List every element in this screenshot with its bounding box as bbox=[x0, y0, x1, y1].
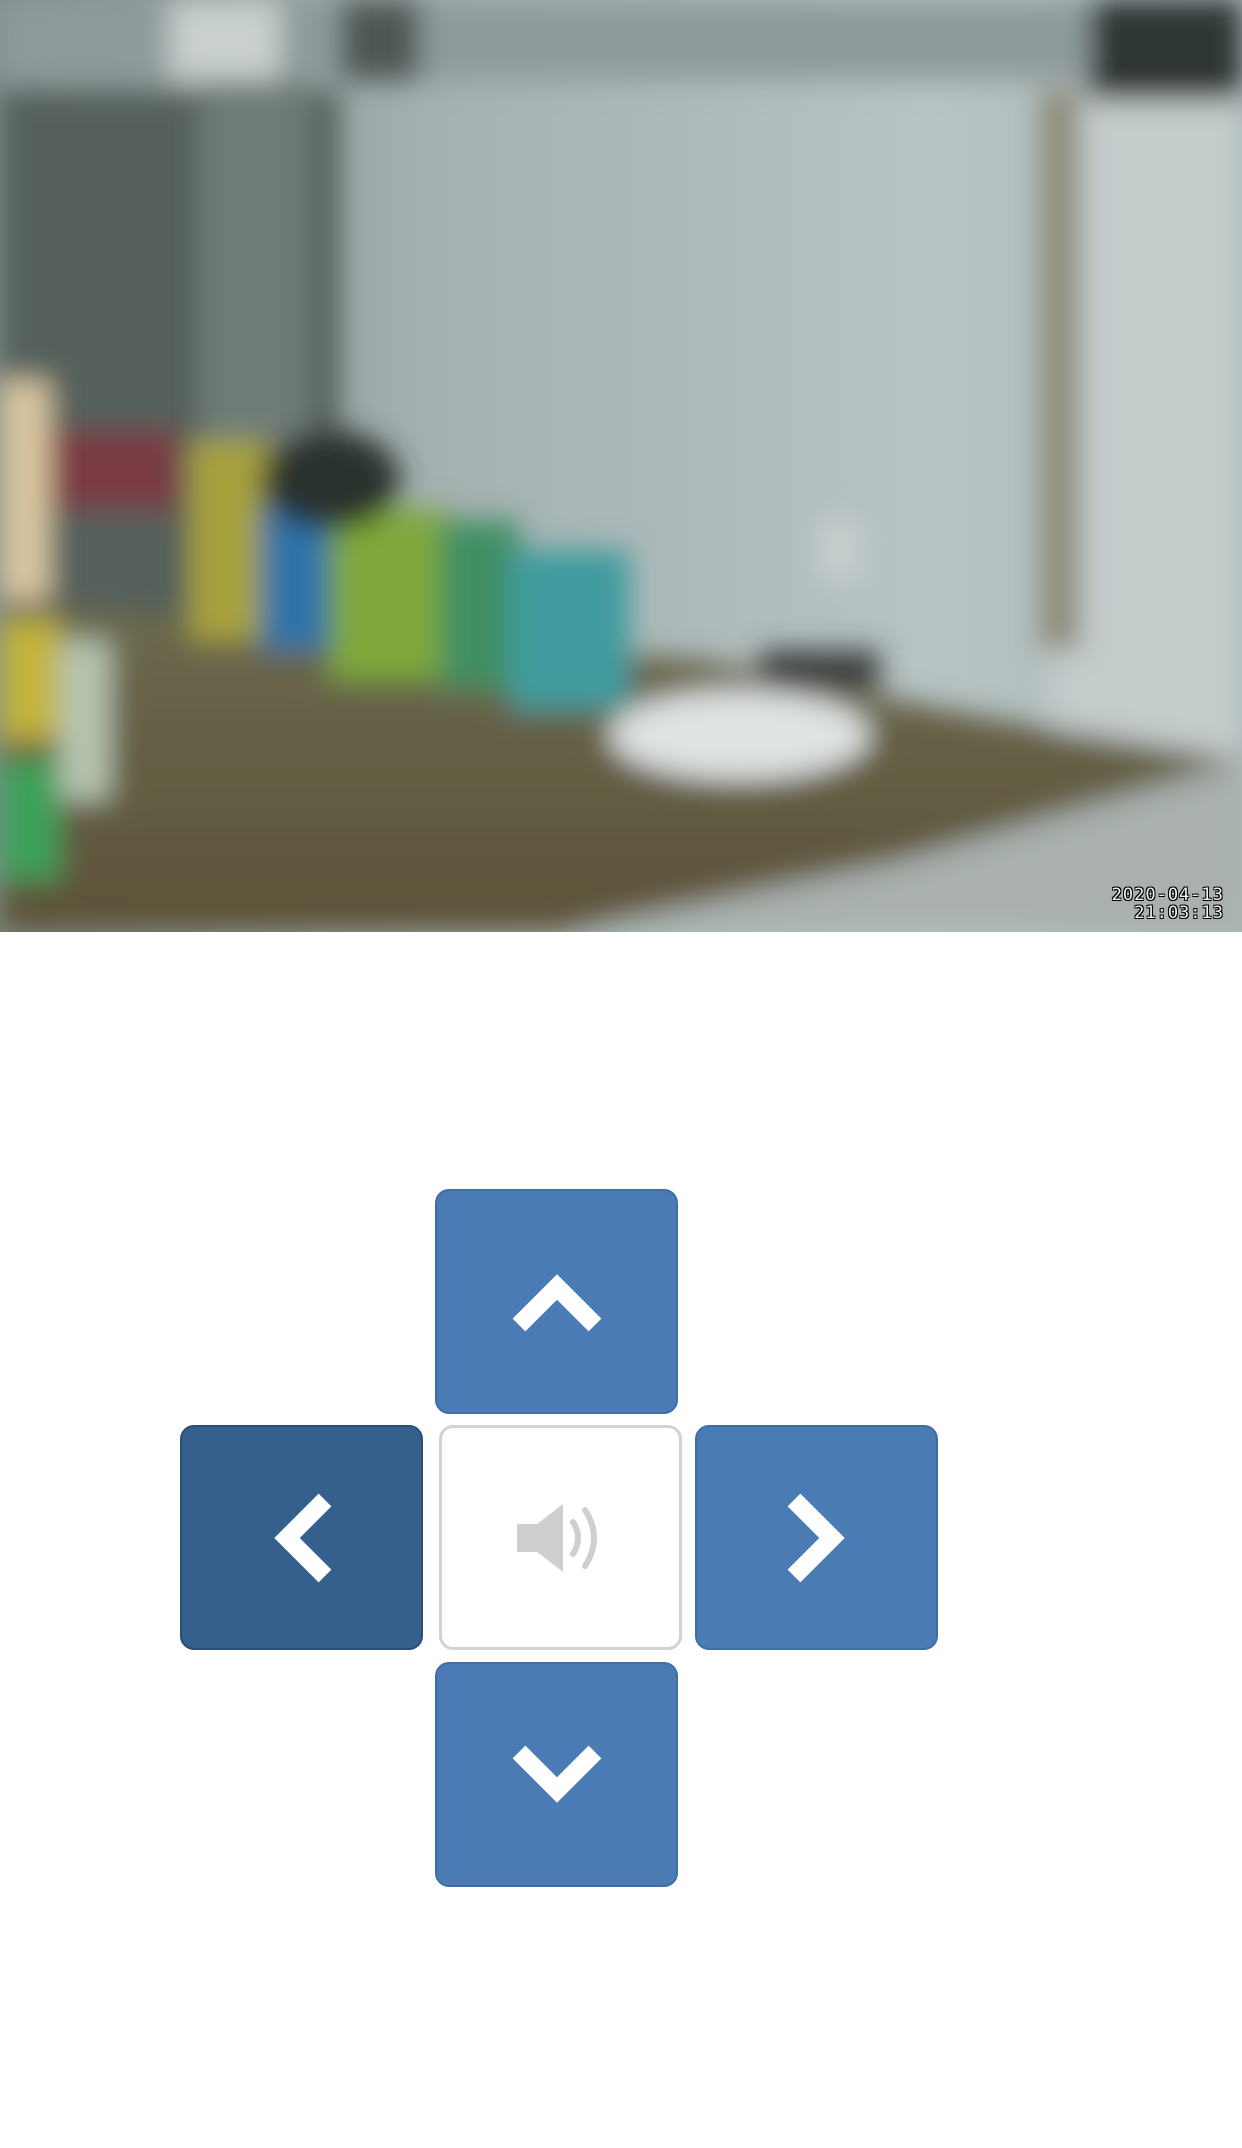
up-button[interactable] bbox=[435, 1189, 678, 1414]
camera-image bbox=[0, 0, 1242, 932]
timestamp-date: 2020-04-13 bbox=[1111, 885, 1224, 905]
down-button[interactable] bbox=[435, 1662, 678, 1887]
right-button[interactable] bbox=[695, 1425, 938, 1650]
chevron-down-icon bbox=[512, 1745, 601, 1803]
left-button[interactable] bbox=[180, 1425, 423, 1650]
chevron-left-icon bbox=[273, 1493, 331, 1582]
chevron-up-icon bbox=[512, 1273, 601, 1331]
speaker-icon bbox=[516, 1503, 597, 1572]
camera-feed: 2020-04-13 21:03:13 bbox=[0, 0, 1242, 932]
chevron-right-icon bbox=[787, 1493, 845, 1582]
timestamp-time: 21:03:13 bbox=[1134, 903, 1224, 923]
audio-button[interactable] bbox=[439, 1425, 682, 1650]
timestamp-overlay: 2020-04-13 21:03:13 bbox=[1112, 886, 1224, 922]
